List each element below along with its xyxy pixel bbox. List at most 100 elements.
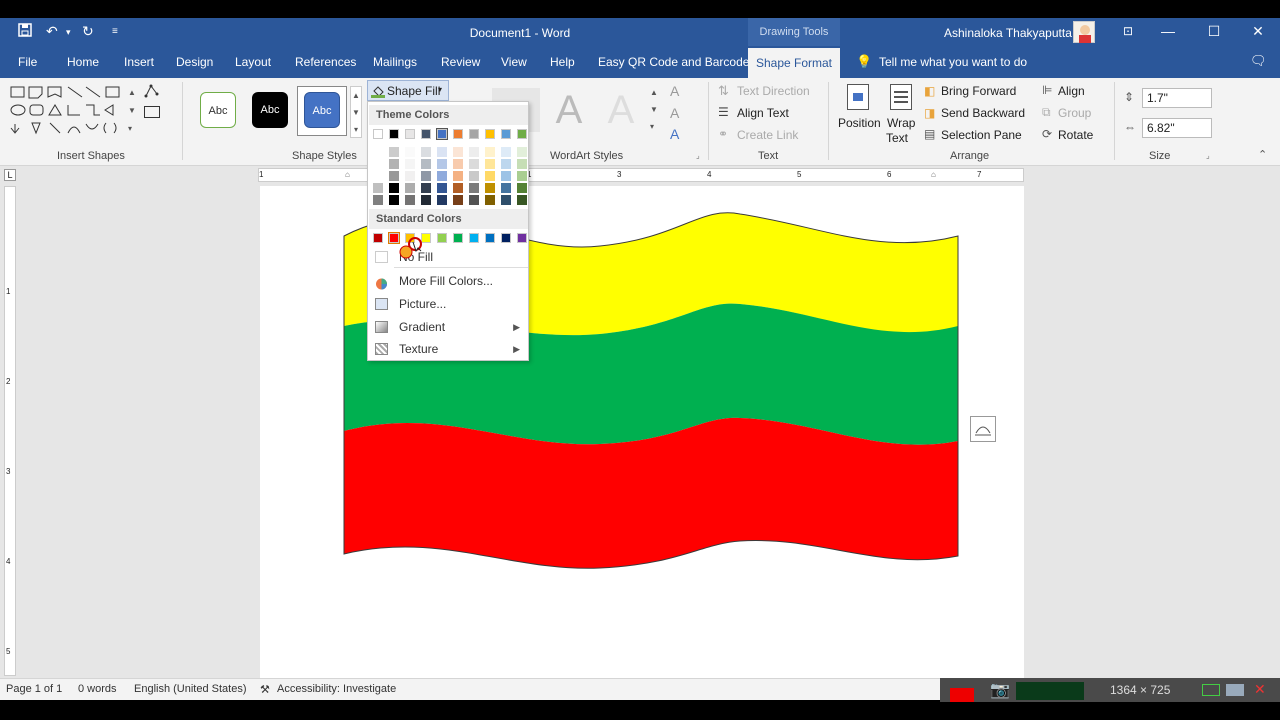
tab-layout[interactable]: Layout bbox=[235, 55, 271, 69]
theme-color-shade-swatch[interactable] bbox=[485, 195, 495, 205]
send-backward-button[interactable]: Send Backward bbox=[941, 106, 1025, 120]
shape-fill-button[interactable]: Shape Fill ▾ bbox=[367, 80, 449, 101]
theme-color-shade-swatch[interactable] bbox=[485, 183, 495, 193]
shapes-gallery[interactable] bbox=[10, 84, 130, 140]
theme-color-shade-swatch[interactable] bbox=[453, 183, 463, 193]
theme-color-shade-swatch[interactable] bbox=[437, 171, 447, 181]
theme-color-shade-swatch[interactable] bbox=[501, 195, 511, 205]
no-fill-item[interactable]: No Fill bbox=[369, 246, 528, 268]
standard-color-swatch[interactable] bbox=[453, 233, 463, 243]
theme-color-swatch[interactable] bbox=[436, 128, 448, 140]
wrap-text-label[interactable]: Text bbox=[886, 131, 908, 145]
theme-color-shade-swatch[interactable] bbox=[469, 147, 479, 157]
wordart-style-3[interactable]: A bbox=[598, 88, 644, 132]
right-indent-marker[interactable]: ⌂ bbox=[931, 170, 936, 179]
theme-color-shade-swatch[interactable] bbox=[437, 159, 447, 169]
width-field[interactable]: 6.82" bbox=[1142, 118, 1212, 138]
theme-color-shade-swatch[interactable] bbox=[517, 183, 527, 193]
theme-color-shade-swatch[interactable] bbox=[501, 183, 511, 193]
theme-color-shade-swatch[interactable] bbox=[405, 171, 415, 181]
user-name[interactable]: Ashinaloka Thakyaputta bbox=[944, 26, 1072, 40]
theme-color-swatch[interactable] bbox=[405, 129, 415, 139]
theme-color-shade-swatch[interactable] bbox=[453, 147, 463, 157]
theme-color-swatch[interactable] bbox=[453, 129, 463, 139]
recorder-minimize-icon[interactable] bbox=[1226, 684, 1244, 696]
text-fill-icon[interactable]: A bbox=[670, 83, 679, 99]
theme-color-shade-swatch[interactable] bbox=[501, 159, 511, 169]
recorder-option-icon[interactable] bbox=[1202, 684, 1220, 696]
collapse-ribbon-icon[interactable]: ⌃ bbox=[1258, 148, 1267, 161]
theme-color-shade-swatch[interactable] bbox=[421, 159, 431, 169]
theme-color-shade-swatch[interactable] bbox=[517, 171, 527, 181]
theme-color-shade-swatch[interactable] bbox=[501, 147, 511, 157]
gradient-item[interactable]: Gradient ▶ bbox=[369, 316, 528, 338]
page-count[interactable]: Page 1 of 1 bbox=[6, 683, 62, 695]
tab-insert[interactable]: Insert bbox=[124, 55, 154, 69]
recorder-close-icon[interactable]: ✕ bbox=[1254, 681, 1266, 698]
style-fill-black[interactable]: Abc bbox=[252, 92, 288, 128]
text-direction-button[interactable]: Text Direction bbox=[737, 84, 810, 98]
theme-color-shade-swatch[interactable] bbox=[389, 147, 399, 157]
tab-easy-qr-code[interactable]: Easy QR Code and Barcode bbox=[598, 55, 749, 69]
theme-color-swatch[interactable] bbox=[373, 129, 383, 139]
theme-color-shade-swatch[interactable] bbox=[485, 159, 495, 169]
theme-color-shade-swatch[interactable] bbox=[517, 147, 527, 157]
theme-color-shade-swatch[interactable] bbox=[373, 171, 383, 181]
theme-color-shade-swatch[interactable] bbox=[437, 183, 447, 193]
tab-selector[interactable]: L bbox=[4, 169, 16, 181]
theme-color-shade-swatch[interactable] bbox=[469, 171, 479, 181]
theme-color-swatch[interactable] bbox=[485, 129, 495, 139]
edit-shape-icon[interactable] bbox=[144, 84, 160, 98]
theme-color-shade-swatch[interactable] bbox=[469, 159, 479, 169]
theme-color-shade-swatch[interactable] bbox=[421, 171, 431, 181]
theme-color-shade-swatch[interactable] bbox=[421, 147, 431, 157]
wordart-launcher-icon[interactable]: ⌟ bbox=[696, 151, 700, 160]
theme-color-shade-swatch[interactable] bbox=[517, 195, 527, 205]
tab-shape-format[interactable]: Shape Format bbox=[748, 48, 840, 78]
language[interactable]: English (United States) bbox=[134, 683, 247, 695]
text-effects-icon[interactable]: A bbox=[670, 126, 679, 142]
style-outline-green[interactable]: Abc bbox=[200, 92, 236, 128]
theme-color-shade-swatch[interactable] bbox=[469, 195, 479, 205]
theme-color-shade-swatch[interactable] bbox=[389, 159, 399, 169]
align-text-button[interactable]: Align Text bbox=[737, 106, 789, 120]
theme-color-shade-swatch[interactable] bbox=[405, 159, 415, 169]
wrap-label[interactable]: Wrap bbox=[887, 116, 915, 130]
standard-color-swatch[interactable] bbox=[373, 233, 383, 243]
theme-color-shade-swatch[interactable] bbox=[405, 147, 415, 157]
theme-color-shade-swatch[interactable] bbox=[373, 159, 383, 169]
theme-color-shade-swatch[interactable] bbox=[437, 195, 447, 205]
tab-help[interactable]: Help bbox=[550, 55, 575, 69]
tab-file[interactable]: File bbox=[18, 55, 37, 69]
minimize-button[interactable]: — bbox=[1158, 21, 1178, 41]
tab-references[interactable]: References bbox=[295, 55, 356, 69]
styles-scroll-icon[interactable]: ▲ ▼ ▾ bbox=[350, 86, 362, 138]
tab-home[interactable]: Home bbox=[67, 55, 99, 69]
tab-mailings[interactable]: Mailings bbox=[373, 55, 417, 69]
standard-color-swatch[interactable] bbox=[485, 233, 495, 243]
theme-color-shade-swatch[interactable] bbox=[421, 183, 431, 193]
shapes-scroll-icon[interactable]: ▲ ▼ ▾ bbox=[128, 84, 138, 140]
maximize-button[interactable]: ☐ bbox=[1204, 21, 1224, 41]
theme-color-shade-swatch[interactable] bbox=[517, 159, 527, 169]
text-box-icon[interactable] bbox=[144, 106, 160, 118]
standard-color-swatch[interactable] bbox=[437, 233, 447, 243]
close-button[interactable]: ✕ bbox=[1248, 21, 1268, 41]
position-button[interactable]: Position bbox=[838, 116, 881, 130]
record-icon[interactable] bbox=[950, 688, 974, 702]
align-button[interactable]: Align bbox=[1058, 84, 1085, 98]
wordart-style-2[interactable]: A bbox=[546, 88, 592, 132]
vertical-ruler[interactable]: 1 2 3 4 5 bbox=[4, 186, 16, 676]
standard-color-swatch[interactable] bbox=[501, 233, 511, 243]
tab-review[interactable]: Review bbox=[441, 55, 480, 69]
comments-icon[interactable]: 🗨 bbox=[1250, 53, 1267, 69]
picture-item[interactable]: Picture... bbox=[369, 293, 528, 315]
theme-color-shade-swatch[interactable] bbox=[389, 183, 399, 193]
theme-color-swatch[interactable] bbox=[389, 129, 399, 139]
theme-color-shade-swatch[interactable] bbox=[389, 171, 399, 181]
rotate-button[interactable]: Rotate bbox=[1058, 128, 1093, 142]
theme-color-shade-swatch[interactable] bbox=[453, 195, 463, 205]
theme-color-shade-swatch[interactable] bbox=[373, 183, 383, 193]
accessibility-status[interactable]: Accessibility: Investigate bbox=[277, 683, 396, 695]
avatar[interactable] bbox=[1073, 21, 1095, 43]
